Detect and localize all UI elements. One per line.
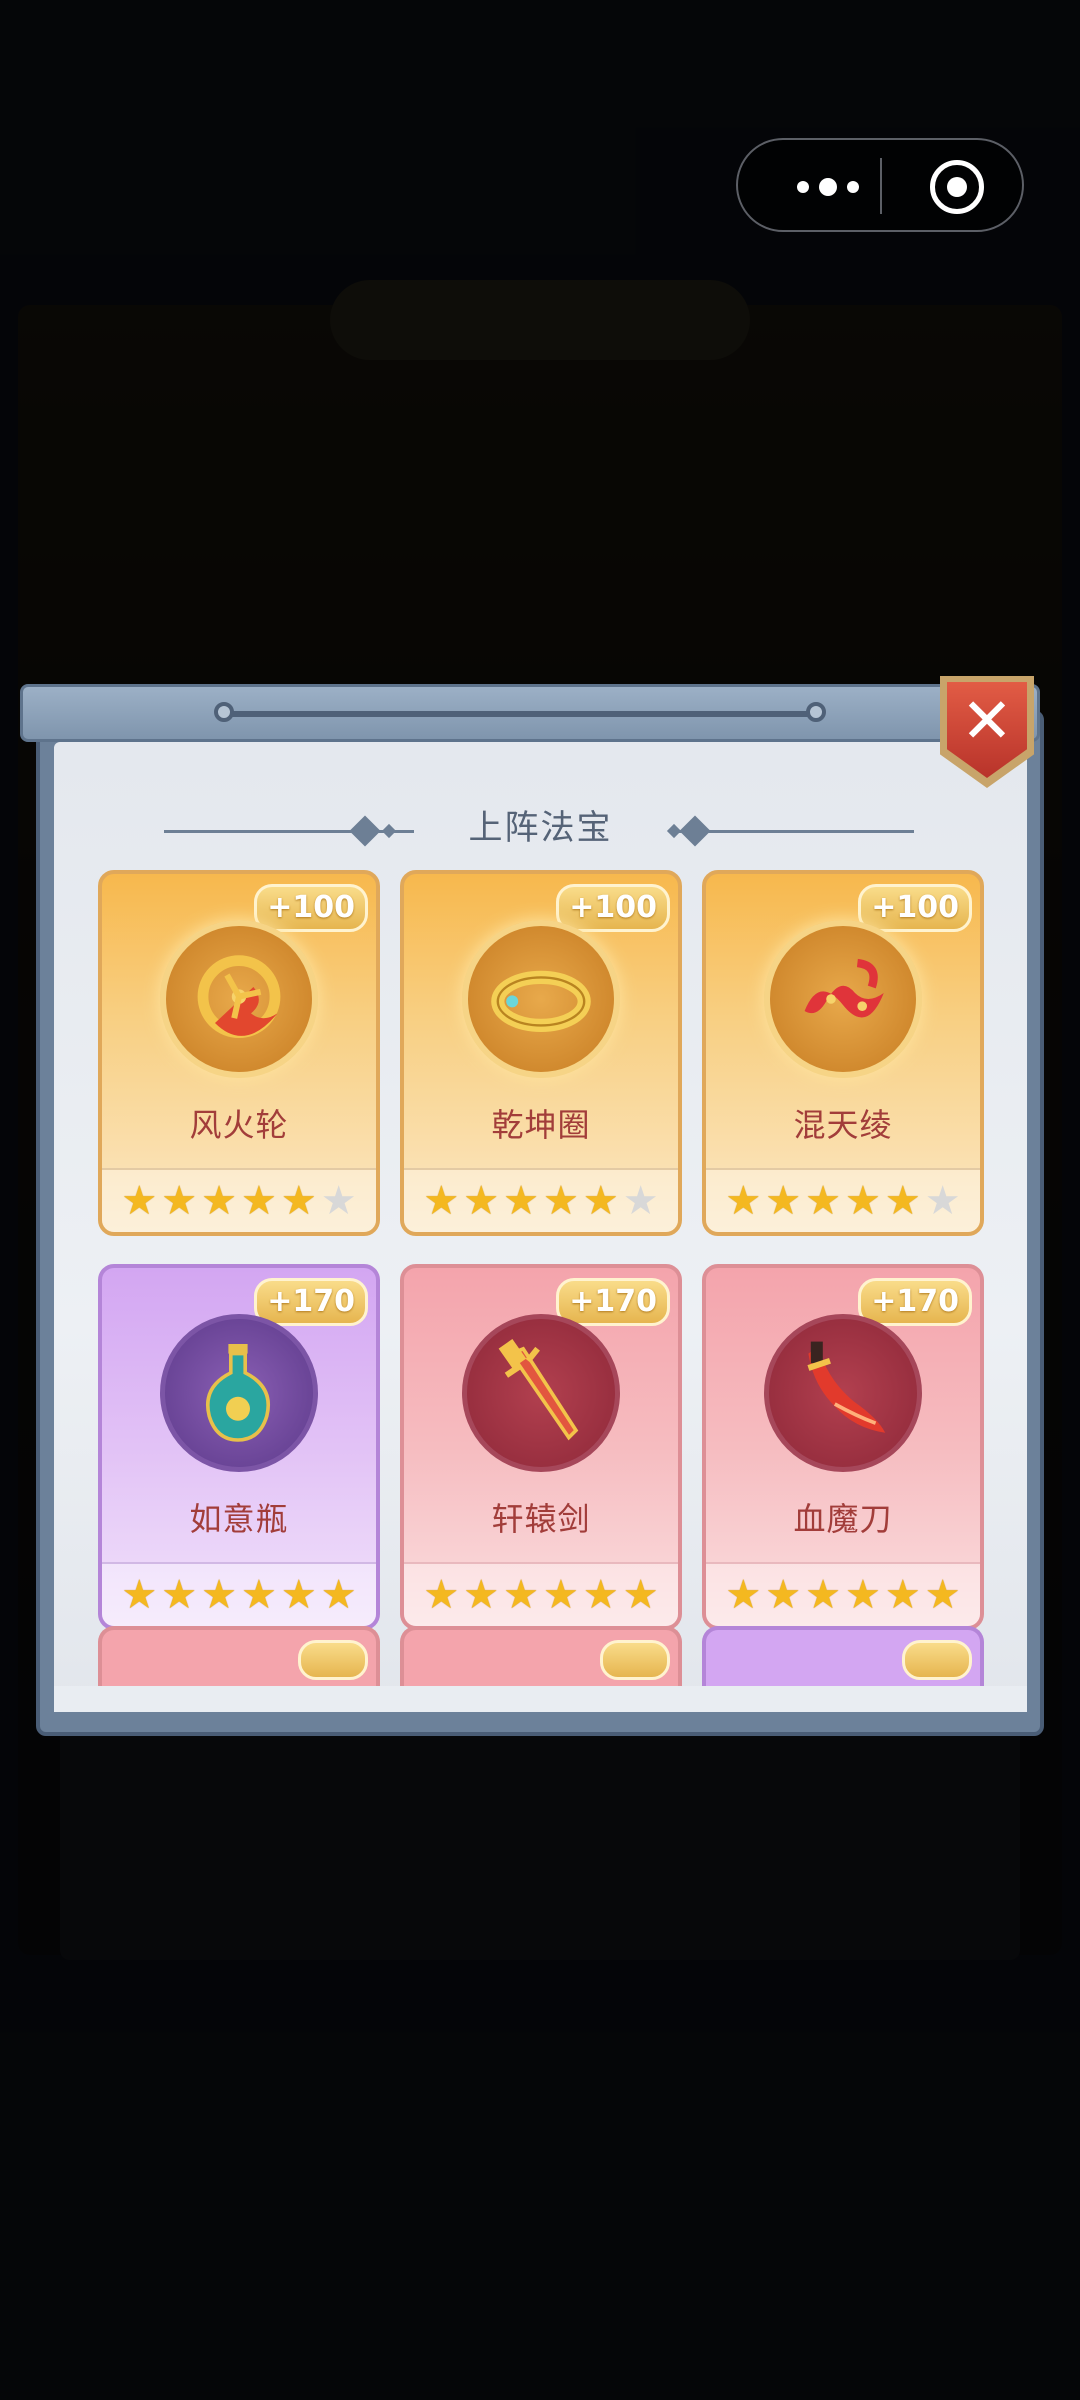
star-filled-icon: ★ <box>463 1178 500 1224</box>
treasure-card[interactable]: +100 风火轮 ★ ★ ★ ★ ★ ★ <box>98 870 380 1236</box>
treasure-card-partial[interactable] <box>702 1626 984 1686</box>
star-filled-icon: ★ <box>320 1572 357 1618</box>
star-filled-icon: ★ <box>622 1572 659 1618</box>
power-bonus-badge <box>902 1640 972 1680</box>
treasure-card[interactable]: +170 血魔刀 ★ ★ ★ ★ ★ ★ <box>702 1264 984 1630</box>
title-deco-right <box>674 830 914 833</box>
star-filled-icon: ★ <box>241 1572 277 1618</box>
star-empty-icon: ★ <box>622 1178 659 1224</box>
star-filled-icon: ★ <box>201 1178 237 1224</box>
star-filled-icon: ★ <box>765 1178 802 1224</box>
treasure-name: 混天绫 <box>793 1106 893 1144</box>
star-filled-icon: ★ <box>543 1178 579 1224</box>
star-filled-icon: ★ <box>845 1572 881 1618</box>
close-miniprogram-icon[interactable] <box>930 160 984 214</box>
star-filled-icon: ★ <box>121 1178 158 1224</box>
treasure-icon-disc <box>764 920 922 1078</box>
rod-end-right <box>806 702 826 722</box>
power-bonus-badge: +100 <box>858 884 972 932</box>
star-filled-icon: ★ <box>280 1572 317 1618</box>
power-bonus-badge <box>298 1640 368 1680</box>
star-filled-icon: ★ <box>503 1178 539 1224</box>
close-x-icon: ✕ <box>961 684 1013 757</box>
capsule-divider <box>880 158 882 214</box>
rod-end-left <box>214 702 234 722</box>
star-empty-icon: ★ <box>924 1178 961 1224</box>
treasure-card[interactable]: +100 乾坤圈 ★ ★ ★ ★ ★ ★ <box>400 870 682 1236</box>
red-silk-sash-icon <box>783 939 903 1059</box>
treasure-name: 风火轮 <box>189 1106 289 1144</box>
dialog-bottom-edge <box>54 1686 1027 1712</box>
star-filled-icon: ★ <box>765 1572 802 1618</box>
scroll-rod <box>226 711 814 717</box>
star-filled-icon: ★ <box>805 1572 841 1618</box>
star-filled-icon: ★ <box>503 1572 539 1618</box>
treasure-icon-disc <box>462 920 620 1078</box>
star-empty-icon: ★ <box>320 1178 357 1224</box>
star-rating: ★ ★ ★ ★ ★ ★ <box>706 1562 980 1626</box>
power-bonus-badge: +100 <box>556 884 670 932</box>
power-bonus-badge: +170 <box>254 1278 368 1326</box>
blood-demon-blade-icon <box>782 1332 902 1452</box>
star-filled-icon: ★ <box>161 1178 198 1224</box>
power-bonus-badge: +170 <box>556 1278 670 1326</box>
power-bonus-badge: +170 <box>858 1278 972 1326</box>
star-filled-icon: ★ <box>423 1178 460 1224</box>
treasure-name: 轩辕剑 <box>491 1500 591 1538</box>
star-filled-icon: ★ <box>725 1178 762 1224</box>
star-rating: ★ ★ ★ ★ ★ ★ <box>404 1168 678 1232</box>
miniprogram-capsule <box>736 138 1024 232</box>
treasure-icon-disc <box>160 920 318 1078</box>
treasure-card-partial[interactable] <box>400 1626 682 1686</box>
treasure-icon-disc <box>160 1314 318 1472</box>
treasure-card[interactable]: +100 混天绫 ★ ★ ★ ★ ★ ★ <box>702 870 984 1236</box>
star-filled-icon: ★ <box>161 1572 198 1618</box>
star-filled-icon: ★ <box>423 1572 460 1618</box>
treasure-icon-disc <box>462 1314 620 1472</box>
xuanyuan-sword-icon <box>480 1332 600 1452</box>
dialog-content: 上阵法宝 +100 风火轮 ★ ★ ★ ★ ★ ★ +100 乾坤圈 ★ ★ ★ ★ ★ ★ +100 混天绫 ★ ★… <box>54 742 1027 1712</box>
star-filled-icon: ★ <box>582 1572 619 1618</box>
more-options-icon[interactable] <box>778 164 878 210</box>
ruyi-vase-icon <box>178 1332 298 1452</box>
star-filled-icon: ★ <box>543 1572 579 1618</box>
treasure-name: 乾坤圈 <box>491 1106 591 1144</box>
star-filled-icon: ★ <box>241 1178 277 1224</box>
treasure-name: 如意瓶 <box>189 1500 289 1538</box>
qiankun-ring-icon <box>481 939 601 1059</box>
wind-fire-wheel-icon <box>179 939 299 1059</box>
star-rating: ★ ★ ★ ★ ★ ★ <box>404 1562 678 1626</box>
star-rating: ★ ★ ★ ★ ★ ★ <box>102 1168 376 1232</box>
power-bonus-badge: +100 <box>254 884 368 932</box>
treasure-name: 血魔刀 <box>793 1500 893 1538</box>
star-filled-icon: ★ <box>582 1178 619 1224</box>
dialog-title: 上阵法宝 <box>468 808 613 848</box>
treasure-card[interactable]: +170 如意瓶 ★ ★ ★ ★ ★ ★ <box>98 1264 380 1630</box>
treasure-card-partial[interactable] <box>98 1626 380 1686</box>
star-filled-icon: ★ <box>805 1178 841 1224</box>
star-filled-icon: ★ <box>924 1572 961 1618</box>
treasure-icon-disc <box>764 1314 922 1472</box>
star-filled-icon: ★ <box>884 1572 921 1618</box>
star-filled-icon: ★ <box>884 1178 921 1224</box>
star-filled-icon: ★ <box>280 1178 317 1224</box>
power-bonus-badge <box>600 1640 670 1680</box>
star-rating: ★ ★ ★ ★ ★ ★ <box>102 1562 376 1626</box>
star-filled-icon: ★ <box>725 1572 762 1618</box>
star-filled-icon: ★ <box>845 1178 881 1224</box>
star-filled-icon: ★ <box>201 1572 237 1618</box>
star-rating: ★ ★ ★ ★ ★ ★ <box>706 1168 980 1232</box>
star-filled-icon: ★ <box>463 1572 500 1618</box>
treasure-card[interactable]: +170 轩辕剑 ★ ★ ★ ★ ★ ★ <box>400 1264 682 1630</box>
close-button[interactable]: ✕ <box>940 676 1034 788</box>
star-filled-icon: ★ <box>121 1572 158 1618</box>
